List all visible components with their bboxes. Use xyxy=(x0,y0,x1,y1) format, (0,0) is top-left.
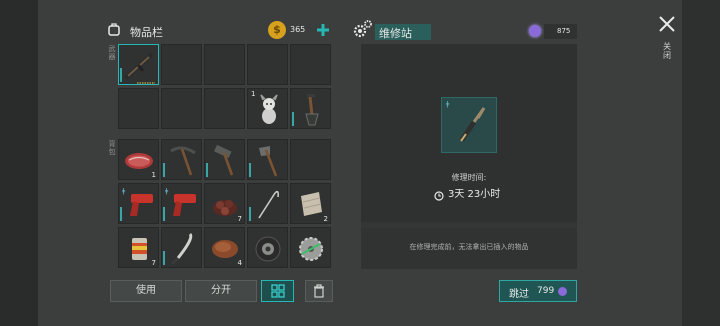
weapon-slot-2[interactable] xyxy=(161,44,202,85)
close-button[interactable] xyxy=(657,14,677,34)
chisel-icon xyxy=(459,107,486,142)
clock-icon xyxy=(434,186,444,201)
hammer-icon xyxy=(214,144,234,176)
weapon-slot-8[interactable] xyxy=(204,88,245,129)
backpack-slot-hammer[interactable] xyxy=(204,139,245,180)
close-icon xyxy=(659,16,675,32)
backpack-slot-flare-gun-2[interactable]: ǂ xyxy=(161,183,202,224)
shovel-icon xyxy=(305,94,319,126)
machete-icon xyxy=(170,232,193,266)
coin-count: 365 xyxy=(290,25,306,34)
cloth-count: 2 xyxy=(323,215,328,223)
durability-bar xyxy=(292,112,294,126)
backpack-slot-hatchet[interactable] xyxy=(247,139,288,180)
skip-label: 跳过 xyxy=(509,289,529,300)
weapon-slot-5[interactable] xyxy=(290,44,331,85)
backpack-slot-5[interactable] xyxy=(290,139,331,180)
backpack-slot-hook[interactable] xyxy=(247,183,288,224)
trash-button[interactable] xyxy=(305,280,333,302)
backpack-slot-machete[interactable] xyxy=(161,227,202,268)
bolt-icon: ǂ xyxy=(446,100,450,108)
backpack-slot-can[interactable]: 7 xyxy=(118,227,159,268)
skip-cost: 799 xyxy=(537,286,555,296)
meat-count: 4 xyxy=(237,259,242,267)
repair-notice: 在修理完成前，无法拿出已插入的物品 xyxy=(409,243,529,251)
gem-icon xyxy=(529,25,541,37)
backpack-slot-bomb[interactable]: 7 xyxy=(204,183,245,224)
add-coins-button[interactable] xyxy=(315,22,331,38)
repair-item-slot[interactable]: ǂ xyxy=(441,97,497,153)
weapon-slot-6[interactable] xyxy=(118,88,159,129)
backpack-slot-meat[interactable]: 4 xyxy=(204,227,245,268)
saw-blade-icon xyxy=(299,237,323,261)
bomb-count: 7 xyxy=(237,215,242,223)
workshop-title: 维修站 xyxy=(379,27,412,40)
steak-count: 1 xyxy=(151,171,156,179)
can-count: 7 xyxy=(151,259,156,267)
weapon-slot-rifle[interactable] xyxy=(118,44,159,85)
gem-count: 875 xyxy=(557,27,571,35)
rifle-icon xyxy=(124,52,155,84)
gear-icon xyxy=(352,19,374,39)
inventory-title: 物品栏 xyxy=(130,26,163,39)
backpack-slot-steak[interactable]: 1 xyxy=(118,139,159,180)
pickaxe-icon xyxy=(170,146,196,176)
backpack-slot-flare-gun-1[interactable]: ǂ xyxy=(118,183,159,224)
backpack-side-label: 背包 xyxy=(108,140,116,156)
weapon-slot-7[interactable] xyxy=(161,88,202,129)
tool-slot-shovel[interactable] xyxy=(290,88,331,129)
split-button[interactable]: 分开 xyxy=(185,280,257,302)
pet-slot-dog[interactable]: 1 xyxy=(247,88,288,129)
durability-bar xyxy=(249,163,251,177)
hatchet-icon xyxy=(259,146,278,177)
weapon-slot-4[interactable] xyxy=(247,44,288,85)
durability-bar xyxy=(120,68,122,82)
flare-gun-icon xyxy=(173,194,196,216)
durability-bar xyxy=(163,207,165,221)
right-edge-bar xyxy=(682,0,720,326)
tire-icon xyxy=(255,236,281,262)
grid-icon xyxy=(270,284,285,298)
coin-icon: $ xyxy=(268,21,286,39)
backpack-slot-cloth[interactable]: 2 xyxy=(290,183,331,224)
durability-bar xyxy=(163,251,165,265)
durability-bar xyxy=(206,163,208,177)
durability-bar xyxy=(249,207,251,221)
backpack-slot-tire[interactable] xyxy=(247,227,288,268)
durability-bar xyxy=(120,207,122,221)
use-button[interactable]: 使用 xyxy=(110,280,182,302)
close-label[interactable]: 关闭 xyxy=(663,42,671,60)
game-screen: 物品栏 $ 365 维修站 875 关闭 武器 背包 1 1 ǂ ǂ 7 2 7… xyxy=(0,0,720,326)
repair-time-value: 3天 23小时 xyxy=(448,189,501,200)
flare-gun-icon xyxy=(130,194,153,216)
backpack-slot-saw-blade[interactable] xyxy=(290,227,331,268)
backpack-slot-pickaxe[interactable] xyxy=(161,139,202,180)
durability-bar xyxy=(163,163,165,177)
dog-icon xyxy=(260,94,278,124)
left-edge-bar xyxy=(0,0,38,326)
weapons-side-label: 武器 xyxy=(108,45,116,61)
backpack-icon xyxy=(107,21,121,36)
sort-button[interactable] xyxy=(261,280,294,302)
gem-icon xyxy=(558,287,567,296)
trash-icon xyxy=(314,284,324,298)
skip-button[interactable]: 跳过 799 xyxy=(499,280,577,302)
plus-icon xyxy=(317,24,329,36)
repair-time-label: 修理时间: xyxy=(451,173,487,182)
weapon-slot-3[interactable] xyxy=(204,44,245,85)
hook-icon xyxy=(258,190,279,219)
